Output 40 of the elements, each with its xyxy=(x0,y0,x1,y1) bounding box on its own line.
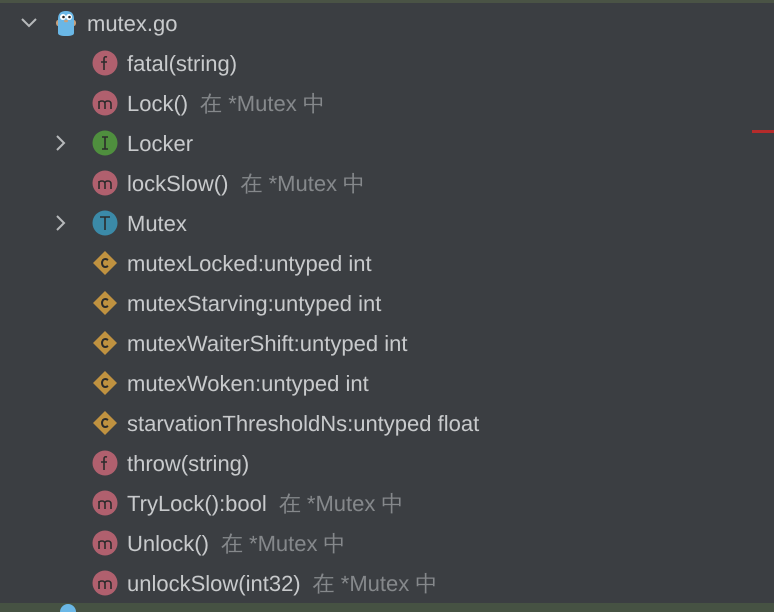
member-label: mutexStarving:untyped int xyxy=(127,290,382,318)
member-location: 在 *Mutex 中 xyxy=(240,170,366,198)
interface-icon xyxy=(92,130,118,156)
gopher-icon xyxy=(60,604,76,612)
member-label: Mutex xyxy=(127,210,187,238)
member-location: 在 *Mutex 中 xyxy=(220,530,346,558)
member-label: mutexLocked:untyped int xyxy=(127,250,372,278)
chevron-right-icon[interactable] xyxy=(56,135,66,151)
member-location: 在 *Mutex 中 xyxy=(312,570,438,598)
member-label: mutexWaiterShift:untyped int xyxy=(127,330,408,358)
chevron-right-icon[interactable] xyxy=(56,215,66,231)
constant-icon xyxy=(92,250,118,276)
method-icon xyxy=(92,170,118,196)
gopher-icon xyxy=(55,9,77,37)
member-label: lockSlow() xyxy=(127,170,228,198)
member-label: starvationThresholdNs:untyped float xyxy=(127,410,480,438)
constant-icon xyxy=(92,410,118,436)
method-icon xyxy=(92,570,118,596)
file-name: mutex.go xyxy=(87,10,178,38)
constant-icon xyxy=(92,290,118,316)
member-label: Locker xyxy=(127,130,194,158)
error-stripe-mark xyxy=(752,130,774,133)
function-icon xyxy=(92,50,118,76)
method-icon xyxy=(92,530,118,556)
constant-icon xyxy=(92,330,118,356)
member-location: 在 *Mutex 中 xyxy=(278,490,404,518)
type-icon xyxy=(92,210,118,236)
method-icon xyxy=(92,490,118,516)
member-label: TryLock():bool xyxy=(127,490,267,518)
member-label: throw(string) xyxy=(127,450,250,478)
member-label: fatal(string) xyxy=(127,50,238,78)
method-icon xyxy=(92,90,118,116)
function-icon xyxy=(92,450,118,476)
member-label: unlockSlow(int32) xyxy=(127,570,301,598)
member-label: Lock() xyxy=(127,90,188,118)
member-label: mutexWoken:untyped int xyxy=(127,370,369,398)
chevron-down-icon[interactable] xyxy=(21,18,37,28)
constant-icon xyxy=(92,370,118,396)
member-label: Unlock() xyxy=(127,530,209,558)
member-location: 在 *Mutex 中 xyxy=(200,90,325,118)
